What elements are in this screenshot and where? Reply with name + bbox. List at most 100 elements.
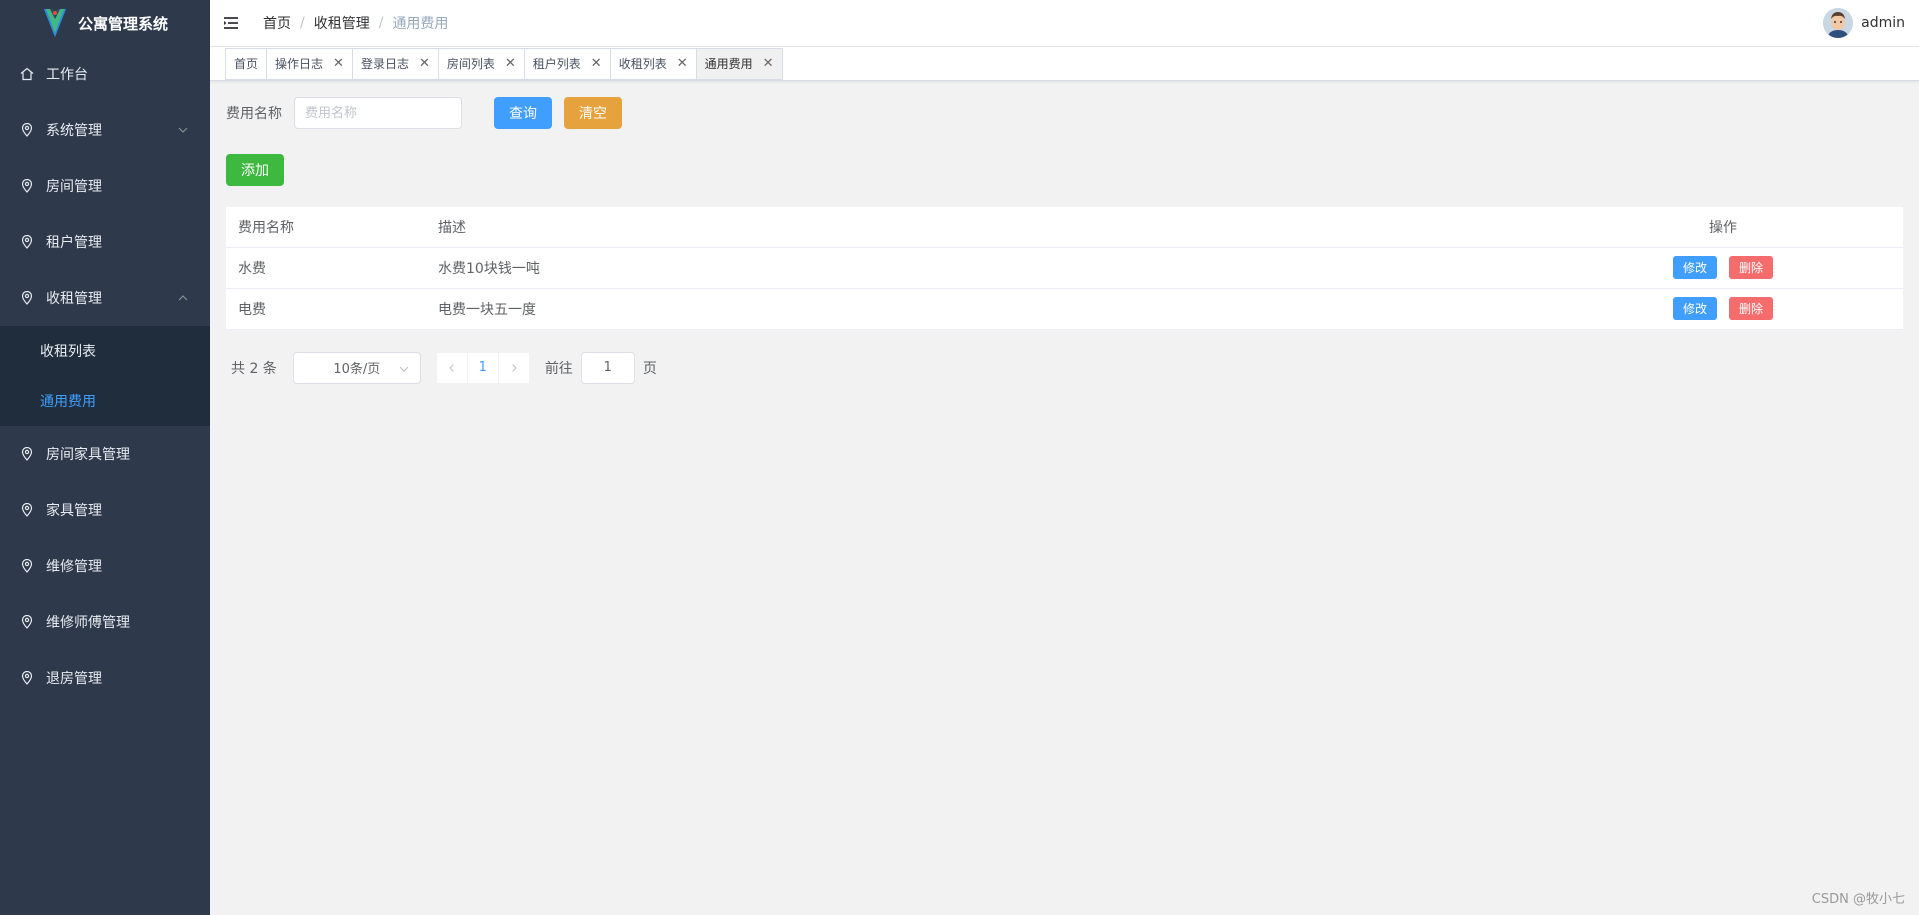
sidebar-item-rooms[interactable]: 房间管理 — [0, 158, 210, 214]
tag-home[interactable]: 首页 — [225, 47, 268, 80]
page-number-1[interactable]: 1 — [467, 352, 498, 383]
sidebar-item-tenants[interactable]: 租户管理 — [0, 214, 210, 270]
sidebar-item-furniture[interactable]: 家具管理 — [0, 482, 210, 538]
user-menu[interactable]: admin — [1823, 0, 1905, 46]
close-icon[interactable]: ✕ — [677, 56, 688, 71]
clear-button[interactable]: 清空 — [564, 97, 622, 129]
cell-actions: 修改 删除 — [1543, 288, 1903, 330]
column-header-actions: 操作 — [1543, 207, 1903, 248]
home-icon — [20, 67, 34, 81]
breadcrumb-separator: / — [300, 15, 305, 31]
column-header-name: 费用名称 — [226, 207, 426, 248]
location-icon — [20, 123, 34, 137]
cell-name: 水费 — [226, 247, 426, 289]
fees-table: 费用名称 描述 操作 水费 水费10块钱一吨 修改 删除 电费 电费一块五一度 — [226, 207, 1903, 330]
username: admin — [1861, 15, 1905, 31]
location-icon — [20, 559, 34, 573]
chevron-down-icon — [178, 127, 188, 133]
chevron-up-icon — [178, 295, 188, 301]
sidebar-item-room-furniture[interactable]: 房间家具管理 — [0, 426, 210, 482]
edit-button[interactable]: 修改 — [1672, 297, 1717, 320]
sidebar-item-repairmen[interactable]: 维修师傅管理 — [0, 594, 210, 650]
table-header-row: 费用名称 描述 操作 — [226, 207, 1903, 248]
table-row: 水费 水费10块钱一吨 修改 删除 — [226, 247, 1903, 289]
fee-name-input[interactable] — [294, 97, 462, 129]
tag-label: 操作日志 — [275, 57, 324, 71]
sidebar-item-label: 租户管理 — [46, 235, 102, 251]
sidebar-item-label: 维修管理 — [46, 559, 102, 575]
location-icon — [20, 291, 34, 305]
close-icon[interactable]: ✕ — [505, 56, 516, 71]
sidebar-item-label: 房间管理 — [46, 179, 102, 195]
breadcrumb-current: 通用费用 — [392, 16, 449, 32]
breadcrumb-rent[interactable]: 收租管理 — [314, 13, 370, 33]
tag-operation-log[interactable]: 操作日志 ✕ — [267, 47, 353, 80]
tag-label: 登录日志 — [360, 57, 409, 71]
chevron-left-icon — [449, 363, 454, 372]
tag-label: 租户列表 — [532, 57, 581, 71]
chevron-right-icon — [511, 363, 517, 372]
sidebar-item-label: 家具管理 — [46, 503, 102, 519]
hamburger-icon[interactable] — [223, 16, 239, 30]
sidebar-item-label: 工作台 — [46, 67, 88, 83]
close-icon[interactable]: ✕ — [419, 56, 430, 71]
goto-page-input[interactable] — [580, 351, 635, 384]
toolbar: 添加 — [226, 145, 1903, 195]
main-content: 费用名称 查询 清空 添加 费用名称 描述 操作 水费 水费10块钱一吨 修改 … — [226, 81, 1903, 384]
app-title: 公寓管理系统 — [77, 14, 168, 33]
edit-button[interactable]: 修改 — [1672, 256, 1717, 279]
cell-description: 电费一块五一度 — [426, 288, 1543, 330]
page-size-select[interactable]: 10条/页 — [292, 351, 421, 384]
sidebar-item-label: 维修师傅管理 — [46, 615, 130, 631]
top-header: 首页 / 收租管理 / 通用费用 admin — [210, 0, 1919, 47]
tags-view: 首页 操作日志 ✕ 登录日志 ✕ 房间列表 ✕ 租户列表 ✕ 收租列表 ✕ 通用… — [210, 47, 1919, 81]
cell-name: 电费 — [226, 288, 426, 330]
next-page-button[interactable] — [498, 352, 529, 383]
pagination: 共 2 条 10条/页 1 前往 页 — [226, 351, 1903, 384]
watermark: CSDN @牧小七 — [1811, 892, 1905, 907]
sidebar-item-label: 收租管理 — [46, 291, 102, 307]
sidebar-item-checkout[interactable]: 退房管理 — [0, 650, 210, 706]
close-icon[interactable]: ✕ — [591, 56, 602, 71]
sidebar-item-rent[interactable]: 收租管理 — [0, 270, 210, 326]
search-form: 费用名称 查询 清空 — [226, 81, 1903, 145]
sidebar: 公寓管理系统 工作台 系统管理 房间管理 租户管理 收租管理 收租列表 通用费用… — [0, 0, 210, 915]
location-icon — [20, 235, 34, 249]
sidebar-item-label: 系统管理 — [46, 123, 102, 139]
tag-tenant-list[interactable]: 租户列表 ✕ — [524, 47, 611, 80]
query-button[interactable]: 查询 — [494, 97, 552, 129]
close-icon[interactable]: ✕ — [763, 56, 774, 71]
add-button[interactable]: 添加 — [226, 154, 284, 186]
location-icon — [20, 179, 34, 193]
sidebar-item-system[interactable]: 系统管理 — [0, 102, 210, 158]
location-icon — [20, 447, 34, 461]
breadcrumb-separator: / — [378, 15, 384, 31]
sidebar-item-label: 退房管理 — [46, 671, 102, 687]
sidebar-item-workbench[interactable]: 工作台 — [0, 46, 210, 102]
sidebar-subitem-common-fees[interactable]: 通用费用 — [0, 376, 210, 426]
cell-description: 水费10块钱一吨 — [426, 247, 1543, 289]
tag-common-fees[interactable]: 通用费用 ✕ — [696, 47, 783, 80]
delete-button[interactable]: 删除 — [1729, 297, 1774, 320]
delete-button[interactable]: 删除 — [1729, 256, 1774, 279]
page-size-value: 10条/页 — [333, 362, 381, 377]
table-row: 电费 电费一块五一度 修改 删除 — [226, 288, 1903, 330]
close-icon[interactable]: ✕ — [333, 56, 344, 71]
column-header-description: 描述 — [426, 207, 1543, 248]
tag-login-log[interactable]: 登录日志 ✕ — [352, 47, 439, 80]
goto-label: 前往 — [544, 360, 573, 377]
sidebar-subitem-rent-list[interactable]: 收租列表 — [0, 326, 210, 376]
tag-rent-list[interactable]: 收租列表 ✕ — [610, 47, 697, 80]
prev-page-button[interactable] — [436, 352, 467, 383]
tag-label: 通用费用 — [704, 57, 753, 71]
cell-actions: 修改 删除 — [1543, 247, 1903, 289]
breadcrumb-home[interactable]: 首页 — [263, 13, 291, 33]
tag-room-list[interactable]: 房间列表 ✕ — [438, 47, 525, 80]
location-icon — [20, 503, 34, 517]
sidebar-item-repairs[interactable]: 维修管理 — [0, 538, 210, 594]
location-icon — [20, 671, 34, 685]
vue-logo-icon — [43, 9, 66, 37]
rent-submenu: 收租列表 通用费用 — [0, 326, 210, 426]
page-suffix: 页 — [642, 360, 657, 377]
app-logo: 公寓管理系统 — [0, 0, 210, 46]
